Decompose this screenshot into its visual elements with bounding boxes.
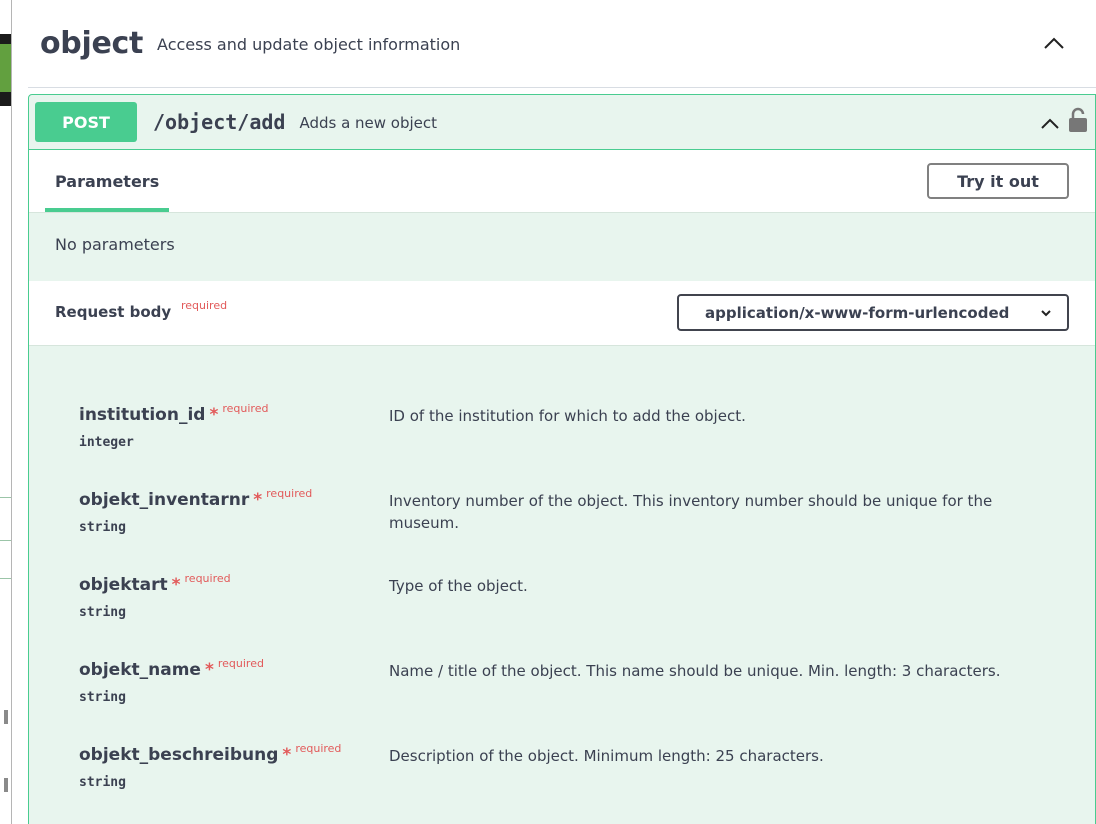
method-badge: POST	[35, 102, 137, 142]
background-window-edge	[0, 0, 12, 824]
try-it-out-button[interactable]: Try it out	[927, 163, 1069, 199]
field-name-label: objekt_name * required	[79, 657, 264, 680]
parameters-header: Parameters Try it out	[29, 150, 1095, 213]
chevron-down-icon	[1041, 310, 1051, 317]
required-label: required	[222, 402, 269, 415]
tag-description: Access and update object information	[157, 35, 461, 54]
field-description: ID of the institution for which to add t…	[389, 407, 746, 425]
tag-name: object	[40, 26, 144, 61]
tab-parameters[interactable]: Parameters	[55, 172, 159, 191]
required-star: *	[171, 575, 181, 595]
field-description: Description of the object. Minimum lengt…	[389, 747, 824, 765]
field-description: Type of the object.	[389, 577, 528, 595]
field-name-label: objekt_beschreibung * required	[79, 742, 342, 765]
field-type: string	[79, 690, 126, 705]
field-name: institution_id	[79, 405, 206, 425]
field-name: objektart	[79, 575, 168, 595]
field-type: string	[79, 775, 126, 790]
required-star: *	[209, 405, 219, 425]
required-label: required	[217, 657, 264, 670]
required-star: *	[204, 660, 214, 680]
operation-summary-text: Adds a new object	[299, 114, 438, 132]
field-description: Name / title of the object. This name sh…	[389, 662, 1001, 680]
tag-header-object[interactable]: object Access and update object informat…	[28, 0, 1096, 88]
background-window-tick	[4, 778, 8, 792]
field-type: string	[79, 605, 126, 620]
field-name-label: objektart * required	[79, 572, 231, 595]
required-label: required	[266, 487, 313, 500]
required-star: *	[282, 745, 292, 765]
field-name-label: institution_id * required	[79, 402, 269, 425]
required-label: required	[295, 742, 342, 755]
field-name: objekt_inventarnr	[79, 490, 250, 510]
field-name: objekt_name	[79, 660, 201, 680]
required-label: required	[184, 572, 231, 585]
operation-path: /object/add	[153, 110, 286, 134]
field-description: Inventory number of the object. This inv…	[389, 492, 993, 532]
request-body-header: Request body required application/x-www-…	[29, 281, 1095, 346]
field-name: objekt_beschreibung	[79, 745, 279, 765]
tab-active-indicator	[45, 208, 169, 212]
content-type-select[interactable]: application/x-www-form-urlencoded	[677, 294, 1069, 331]
chevron-up-icon[interactable]	[1039, 113, 1061, 135]
required-star: *	[253, 490, 263, 510]
background-window-tick	[4, 710, 8, 724]
background-window-border	[11, 0, 12, 824]
no-parameters-text: No parameters	[55, 235, 175, 254]
request-body-title: Request body	[55, 303, 172, 321]
field-type: string	[79, 520, 126, 535]
request-body-required-label: required	[181, 299, 228, 312]
content-type-value: application/x-www-form-urlencoded	[705, 303, 1010, 322]
operation-block-post-object-add: POST /object/add Adds a new object Param…	[28, 94, 1096, 824]
operation-summary[interactable]: POST /object/add Adds a new object	[29, 95, 1095, 150]
chevron-up-icon[interactable]	[1042, 32, 1066, 56]
field-type: integer	[79, 435, 134, 450]
field-name-label: objekt_inventarnr * required	[79, 487, 313, 510]
lock-icon[interactable]	[1067, 107, 1089, 133]
